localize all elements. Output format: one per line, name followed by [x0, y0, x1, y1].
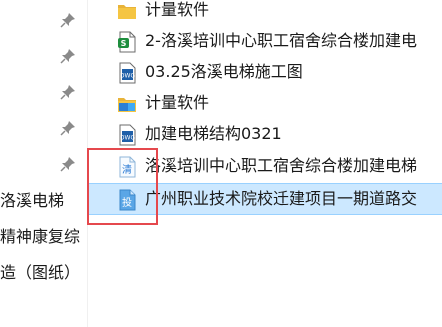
file-row[interactable]: DWG 03.25洛溪电梯施工图 — [88, 58, 442, 86]
file-row[interactable]: 清 洛溪培训中心职工宿舍综合楼加建电梯 — [88, 152, 442, 180]
file-row-selected[interactable]: 投 广州职业技术院校迁建项目一期道路交 — [88, 183, 442, 215]
quick-access-pane: 洛溪电梯 精神康复综 造（图纸） — [0, 0, 87, 327]
quick-access-item[interactable]: 洛溪电梯 — [0, 189, 87, 213]
file-name: 2-洛溪培训中心职工宿舍综合楼加建电 — [145, 31, 417, 50]
svg-text:DWG: DWG — [120, 135, 136, 142]
quick-access-item[interactable]: 精神康复综 — [0, 225, 87, 249]
pin-icon[interactable] — [60, 84, 76, 100]
file-name: 洛溪培训中心职工宿舍综合楼加建电梯 — [145, 156, 418, 175]
file-row[interactable]: DWG 加建电梯结构0321 — [88, 120, 442, 148]
file-name: 加建电梯结构0321 — [145, 124, 282, 143]
pin-icon[interactable] — [60, 48, 76, 64]
file-row[interactable]: 计量软件 — [88, 0, 442, 24]
file-row[interactable]: S 2-洛溪培训中心职工宿舍综合楼加建电 — [88, 27, 442, 55]
svg-text:S: S — [121, 39, 127, 48]
svg-text:DWG: DWG — [120, 73, 136, 80]
pin-icon[interactable] — [60, 156, 76, 172]
folder-app-icon — [118, 98, 136, 112]
tou-file-icon: 投 — [119, 189, 136, 211]
spreadsheet-file-icon: S — [118, 31, 136, 53]
cad-file-icon: DWG — [119, 124, 136, 146]
file-list: 计量软件 S 2-洛溪培训中心职工宿舍综合楼加建电 DWG 03.25洛溪电梯施… — [88, 0, 442, 327]
qing-file-icon: 清 — [119, 156, 136, 178]
file-badge: 投 — [122, 196, 132, 209]
file-name: 计量软件 — [145, 93, 210, 112]
pin-icon[interactable] — [60, 12, 76, 28]
pin-icon[interactable] — [60, 120, 76, 136]
file-badge: 清 — [122, 163, 132, 176]
file-name: 广州职业技术院校迁建项目一期道路交 — [145, 189, 418, 208]
quick-access-item[interactable]: 造（图纸） — [0, 261, 87, 285]
cad-file-icon: DWG — [119, 62, 136, 84]
file-explorer-window: 洛溪电梯 精神康复综 造（图纸） 计量软件 S 2-洛溪培训中心职工宿舍综合楼加… — [0, 0, 442, 327]
file-row[interactable]: 计量软件 — [88, 89, 442, 117]
folder-icon — [118, 5, 136, 19]
file-name: 03.25洛溪电梯施工图 — [145, 62, 303, 81]
file-name: 计量软件 — [145, 0, 210, 19]
